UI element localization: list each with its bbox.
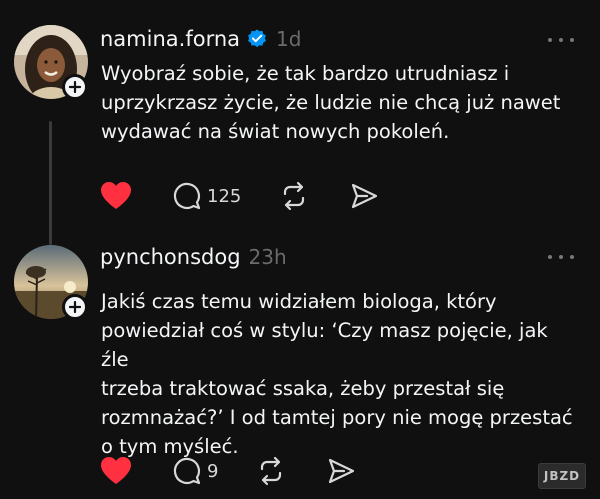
verified-icon [248, 29, 266, 48]
like-button[interactable] [100, 181, 132, 211]
reply-count: 125 [207, 185, 242, 207]
heart-icon [101, 182, 131, 209]
plus-icon [69, 81, 81, 93]
post-actions: 125 [100, 179, 379, 213]
post-time: 1d [276, 27, 302, 51]
more-icon[interactable] [548, 30, 574, 50]
repost-icon [284, 181, 305, 211]
repost-button[interactable] [256, 456, 286, 486]
avatar-wrap [14, 245, 88, 320]
repost-icon [261, 456, 282, 486]
post-text: Wyobraź sobie, że tak bardzo utrudniasz … [101, 62, 561, 143]
share-icon [329, 458, 355, 484]
username[interactable]: pynchonsdog [100, 245, 241, 269]
more-icon[interactable] [548, 247, 574, 267]
comment-icon [173, 182, 201, 210]
post-actions: 9 [100, 454, 356, 488]
heart-icon [101, 457, 131, 484]
repost-button[interactable] [279, 181, 309, 211]
comment-button[interactable]: 9 [172, 456, 218, 486]
post-header: namina.forna 1d [100, 24, 301, 54]
post-time: 23h [248, 245, 287, 269]
reply-count: 9 [207, 460, 219, 482]
avatar-wrap [14, 25, 88, 100]
follow-button[interactable] [62, 74, 88, 100]
share-icon [352, 183, 378, 209]
share-button[interactable] [326, 456, 356, 486]
share-button[interactable] [349, 181, 379, 211]
plus-icon [69, 301, 81, 313]
like-button[interactable] [100, 456, 132, 486]
username[interactable]: namina.forna [100, 27, 240, 51]
post-text: Jakiś czas temu widziałem biologa, który… [101, 290, 573, 458]
follow-button[interactable] [62, 294, 88, 320]
comment-icon [173, 457, 201, 485]
post-header: pynchonsdog 23h [100, 242, 287, 272]
watermark-logo: JBZD [538, 463, 586, 489]
thread-line [49, 121, 52, 245]
comment-button[interactable]: 125 [172, 181, 241, 211]
